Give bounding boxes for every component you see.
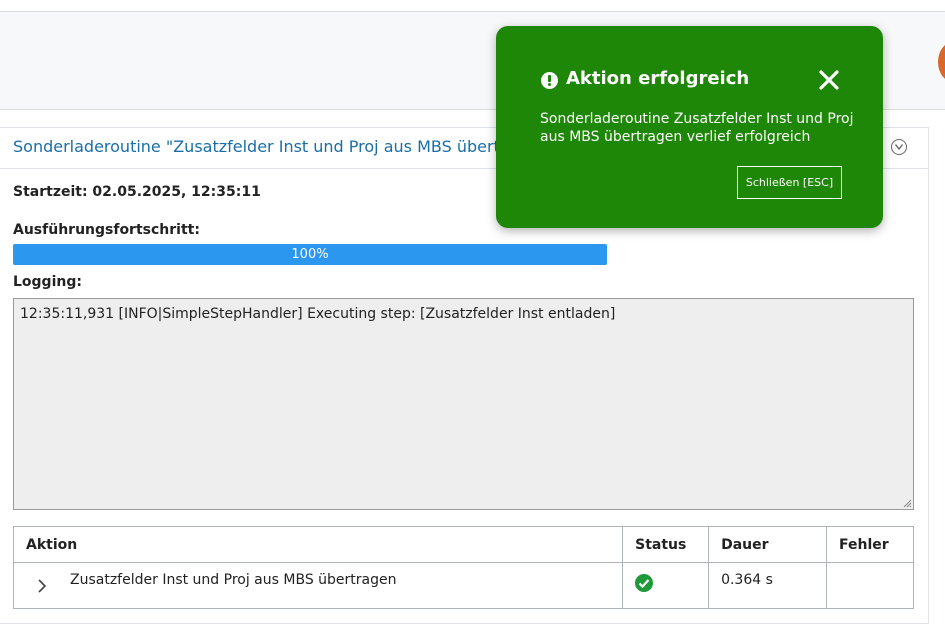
check-circle-icon <box>635 574 654 592</box>
header-status: Status <box>622 526 710 563</box>
cell-status <box>622 562 710 609</box>
cell-fehler <box>825 562 915 609</box>
progress-label: Ausführungsfortschritt: <box>13 222 200 238</box>
panel-title: Sonderladeroutine "Zusatzfelder Inst und… <box>13 137 513 156</box>
exclamation-circle-icon <box>541 72 558 89</box>
header-dauer: Dauer <box>708 526 827 563</box>
success-toast: Aktion erfolgreich Sonderladeroutine Zus… <box>496 26 883 228</box>
table-row[interactable]: Zusatzfelder Inst und Proj aus MBS übert… <box>12 562 915 609</box>
close-toast-button[interactable]: Schließen [ESC] <box>737 166 842 199</box>
header-fehler: Fehler <box>825 526 915 563</box>
cell-dauer: 0.364 s <box>708 562 827 609</box>
cell-aktion: Zusatzfelder Inst und Proj aus MBS übert… <box>12 562 624 609</box>
aktion-text: Zusatzfelder Inst und Proj aus MBS übert… <box>70 572 397 588</box>
start-time: Startzeit: 02.05.2025, 12:35:11 <box>13 184 261 200</box>
progress-bar: 100% <box>13 244 607 265</box>
progress-text: 100% <box>291 247 329 262</box>
resize-grip-icon[interactable] <box>902 498 912 508</box>
toast-title: Aktion erfolgreich <box>566 68 750 89</box>
avatar[interactable] <box>938 42 945 82</box>
action-table: Aktion Status Dauer Fehler Zusatzfelder … <box>12 526 915 609</box>
table-header-row: Aktion Status Dauer Fehler <box>12 526 915 563</box>
logging-label: Logging: <box>13 274 82 290</box>
chevron-right-icon[interactable] <box>32 576 52 596</box>
header-aktion: Aktion <box>12 526 624 563</box>
log-textarea[interactable]: 12:35:11,931 [INFO|SimpleStepHandler] Ex… <box>13 298 914 510</box>
toast-message: Sonderladeroutine Zusatzfelder Inst und … <box>540 111 854 145</box>
top-strip <box>0 0 945 12</box>
chevron-down-icon[interactable] <box>891 139 907 155</box>
close-icon[interactable] <box>818 69 840 91</box>
